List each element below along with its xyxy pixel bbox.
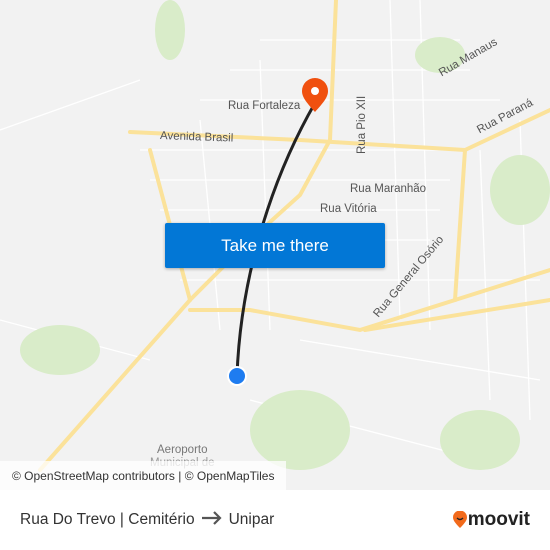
- moovit-pin-icon: [452, 511, 467, 528]
- take-me-there-button[interactable]: Take me there: [165, 223, 385, 268]
- moovit-logo: moovit: [452, 509, 530, 531]
- footer: Rua Do Trevo | Cemitério Unipar moovit: [0, 490, 550, 550]
- label-aeroporto: Aeroporto: [157, 444, 208, 456]
- origin-name: Rua Do Trevo | Cemitério: [20, 511, 195, 528]
- label-rua-pio-xii: Rua Pio XII: [356, 95, 368, 154]
- label-avenida-brasil: Avenida Brasil: [159, 130, 234, 145]
- label-rua-vitoria: Rua Vitória: [320, 203, 377, 215]
- map[interactable]: Rua Fortaleza Avenida Brasil Rua Pio XII…: [0, 0, 550, 490]
- arrow-right-icon: [201, 510, 223, 530]
- map-attribution[interactable]: © OpenStreetMap contributors | © OpenMap…: [0, 461, 287, 490]
- route-summary: Rua Do Trevo | Cemitério Unipar: [20, 510, 275, 530]
- label-rua-fortaleza: Rua Fortaleza: [228, 100, 301, 112]
- label-rua-maranhao: Rua Maranhão: [350, 183, 427, 195]
- destination-name: Unipar: [228, 511, 275, 528]
